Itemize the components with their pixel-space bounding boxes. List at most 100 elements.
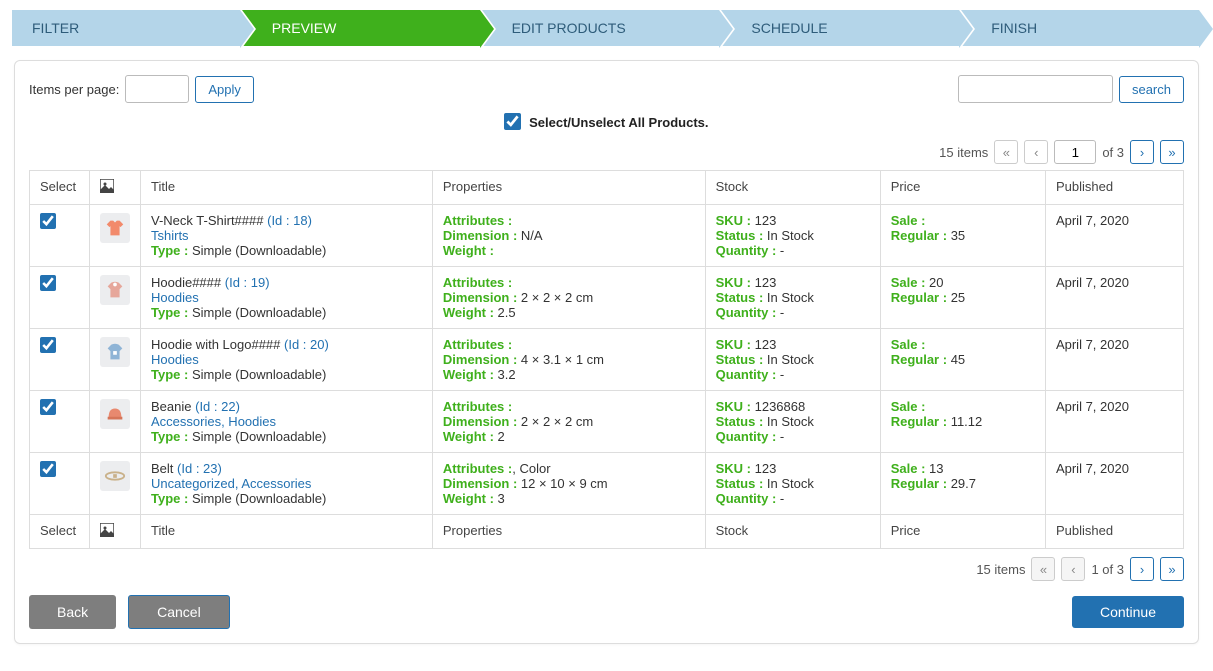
attributes-label: Attributes : <box>443 213 512 228</box>
product-weight: 3 <box>498 491 505 506</box>
product-categories[interactable]: Hoodies <box>151 290 199 305</box>
tf-price: Price <box>880 515 1045 549</box>
weight-label: Weight : <box>443 367 498 382</box>
type-label: Type : <box>151 243 192 258</box>
status-label: Status : <box>716 228 767 243</box>
wizard-step-finish[interactable]: FINISH <box>961 10 1199 46</box>
status-label: Status : <box>716 476 767 491</box>
apply-button[interactable]: Apply <box>195 76 254 103</box>
sku-label: SKU : <box>716 399 755 414</box>
product-type: Simple (Downloadable) <box>192 305 326 320</box>
search-button[interactable]: search <box>1119 76 1184 103</box>
product-type: Simple (Downloadable) <box>192 243 326 258</box>
th-select: Select <box>30 171 90 205</box>
regular-label: Regular : <box>891 228 951 243</box>
regular-label: Regular : <box>891 352 951 367</box>
pager-page-input[interactable] <box>1054 140 1096 164</box>
product-sku: 123 <box>755 461 777 476</box>
pager-top: 15 items « ‹ of 3 › » <box>29 140 1184 164</box>
product-sale: 13 <box>929 461 943 476</box>
sale-label: Sale : <box>891 399 926 414</box>
product-quantity: - <box>780 429 784 444</box>
th-stock: Stock <box>705 171 880 205</box>
wizard-step-schedule[interactable]: SCHEDULE <box>721 10 959 46</box>
row-checkbox[interactable] <box>40 213 56 229</box>
attributes-label: Attributes : <box>443 399 512 414</box>
wizard-step-preview[interactable]: PREVIEW <box>242 10 480 46</box>
items-per-page-input[interactable] <box>125 75 189 103</box>
status-label: Status : <box>716 352 767 367</box>
product-categories[interactable]: Hoodies <box>151 352 199 367</box>
cancel-button[interactable]: Cancel <box>128 595 230 629</box>
pager-of-text: of 3 <box>1102 145 1124 160</box>
wizard-step-filter[interactable]: FILTER <box>12 10 240 46</box>
tf-title: Title <box>141 515 433 549</box>
status-label: Status : <box>716 414 767 429</box>
back-button[interactable]: Back <box>29 595 116 629</box>
weight-label: Weight : <box>443 305 498 320</box>
sku-label: SKU : <box>716 275 755 290</box>
sku-label: SKU : <box>716 213 755 228</box>
quantity-label: Quantity : <box>716 429 780 444</box>
weight-label: Weight : <box>443 429 498 444</box>
table-row: Belt (Id : 23) Uncategorized, Accessorie… <box>30 453 1184 515</box>
regular-label: Regular : <box>891 290 951 305</box>
select-all-checkbox[interactable] <box>504 113 521 130</box>
pager-first-button[interactable]: « <box>994 140 1018 164</box>
pager2-last-button[interactable]: » <box>1160 557 1184 581</box>
product-type: Simple (Downloadable) <box>192 367 326 382</box>
th-title: Title <box>141 171 433 205</box>
product-weight: 3.2 <box>498 367 516 382</box>
sale-label: Sale : <box>891 337 926 352</box>
sale-label: Sale : <box>891 275 929 290</box>
continue-button[interactable]: Continue <box>1072 596 1184 628</box>
row-checkbox[interactable] <box>40 461 56 477</box>
row-checkbox[interactable] <box>40 275 56 291</box>
product-attributes: , Color <box>512 461 550 476</box>
type-label: Type : <box>151 429 192 444</box>
table-row: Beanie (Id : 22) Accessories, Hoodies Ty… <box>30 391 1184 453</box>
sale-label: Sale : <box>891 213 926 228</box>
table-row: V-Neck T-Shirt#### (Id : 18) Tshirts Typ… <box>30 205 1184 267</box>
product-status: In Stock <box>767 414 814 429</box>
sku-label: SKU : <box>716 337 755 352</box>
product-id: (Id : 22) <box>195 399 240 414</box>
pager-prev-button[interactable]: ‹ <box>1024 140 1048 164</box>
product-id: (Id : 20) <box>284 337 329 352</box>
search-input[interactable] <box>958 75 1113 103</box>
product-categories[interactable]: Accessories, Hoodies <box>151 414 276 429</box>
product-quantity: - <box>780 491 784 506</box>
pager2-prev-button[interactable]: ‹ <box>1061 557 1085 581</box>
product-regular: 35 <box>951 228 965 243</box>
table-row: Hoodie#### (Id : 19) Hoodies Type : Simp… <box>30 267 1184 329</box>
attributes-label: Attributes : <box>443 275 512 290</box>
th-price: Price <box>880 171 1045 205</box>
dimension-label: Dimension : <box>443 290 521 305</box>
tf-properties: Properties <box>432 515 705 549</box>
product-id: (Id : 23) <box>177 461 222 476</box>
dimension-label: Dimension : <box>443 414 521 429</box>
sku-label: SKU : <box>716 461 755 476</box>
product-quantity: - <box>780 367 784 382</box>
sale-label: Sale : <box>891 461 929 476</box>
attributes-label: Attributes : <box>443 337 512 352</box>
row-checkbox[interactable] <box>40 337 56 353</box>
product-dimension: 2 × 2 × 2 cm <box>521 290 593 305</box>
product-categories[interactable]: Uncategorized, Accessories <box>151 476 311 491</box>
pager-next-button[interactable]: › <box>1130 140 1154 164</box>
quantity-label: Quantity : <box>716 491 780 506</box>
pager2-next-button[interactable]: › <box>1130 557 1154 581</box>
product-categories[interactable]: Tshirts <box>151 228 189 243</box>
wizard-step-edit-products[interactable]: EDIT PRODUCTS <box>482 10 720 46</box>
product-thumb <box>100 213 130 243</box>
attributes-label: Attributes : <box>443 461 512 476</box>
th-properties: Properties <box>432 171 705 205</box>
pager-last-button[interactable]: » <box>1160 140 1184 164</box>
product-published: April 7, 2020 <box>1056 275 1129 290</box>
row-checkbox[interactable] <box>40 399 56 415</box>
dimension-label: Dimension : <box>443 352 521 367</box>
tf-stock: Stock <box>705 515 880 549</box>
quantity-label: Quantity : <box>716 305 780 320</box>
product-quantity: - <box>780 243 784 258</box>
pager2-first-button[interactable]: « <box>1031 557 1055 581</box>
